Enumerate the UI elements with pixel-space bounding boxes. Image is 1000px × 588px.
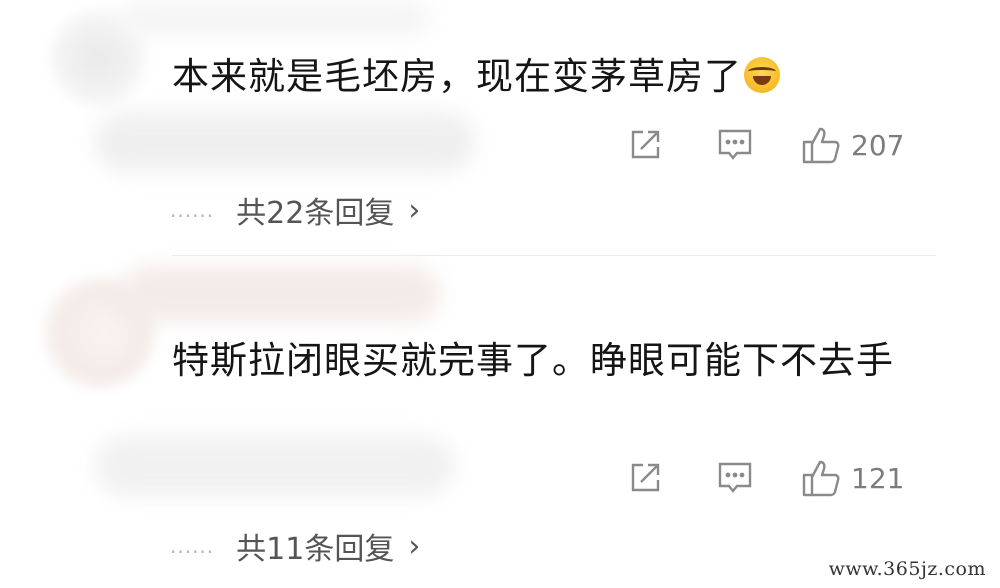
chevron-right-icon: › bbox=[408, 192, 421, 228]
chevron-right-icon: › bbox=[408, 528, 421, 564]
comment-actions: 121 bbox=[625, 458, 904, 498]
blurred-username bbox=[120, 0, 430, 36]
comment-icon bbox=[718, 462, 752, 493]
comment-button[interactable] bbox=[715, 125, 755, 165]
comment-button[interactable] bbox=[715, 458, 755, 498]
like-count: 207 bbox=[851, 128, 905, 162]
view-replies-link[interactable]: ...... 共11条回复 › bbox=[170, 526, 421, 568]
like-count: 121 bbox=[851, 461, 905, 495]
divider bbox=[172, 255, 936, 256]
dots-separator: ...... bbox=[170, 534, 215, 558]
watermark: www.365jz.com bbox=[822, 556, 992, 582]
comment-item: 特斯拉闭眼买就完事了。睁眼可能下不去手 121 ...... 共11条回复 › bbox=[0, 258, 1000, 588]
share-icon bbox=[631, 463, 660, 492]
share-button[interactable] bbox=[625, 125, 665, 165]
share-button[interactable] bbox=[625, 458, 665, 498]
comment-text: 特斯拉闭眼买就完事了。睁眼可能下不去手 bbox=[172, 339, 894, 382]
comment-icon bbox=[718, 129, 752, 160]
comment-actions: 207 bbox=[625, 125, 904, 165]
thumbs-up-icon bbox=[802, 460, 840, 497]
blurred-username bbox=[120, 266, 440, 322]
comment-item: 本来就是毛坯房，现在变茅草房了 207 ...... 共22条回复 › bbox=[0, 0, 1000, 250]
like-button[interactable]: 121 bbox=[801, 459, 904, 497]
blurred-meta bbox=[95, 112, 475, 172]
replies-label: 共22条回复 bbox=[236, 196, 395, 231]
like-button[interactable]: 207 bbox=[801, 126, 904, 164]
thumbs-up-icon bbox=[802, 127, 840, 164]
dots-separator: ...... bbox=[170, 198, 215, 222]
blurred-meta bbox=[95, 436, 455, 496]
comment-text: 本来就是毛坯房，现在变茅草房了 bbox=[172, 52, 932, 102]
share-icon bbox=[631, 130, 660, 159]
replies-label: 共11条回复 bbox=[236, 532, 395, 567]
view-replies-link[interactable]: ...... 共22条回复 › bbox=[170, 190, 421, 232]
laughing-crying-emoji-icon bbox=[744, 57, 780, 93]
